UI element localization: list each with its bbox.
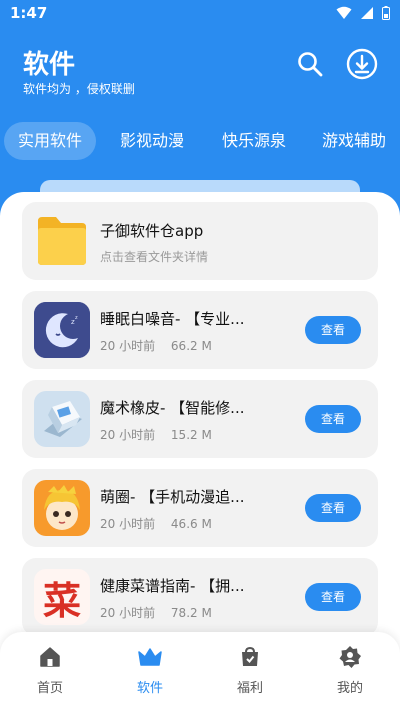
app-updated-time: 20 小时前 [100, 428, 156, 442]
app-meta: 20 小时前 15.2 M [100, 426, 212, 443]
nav-home[interactable]: 首页 [15, 644, 85, 696]
view-button[interactable]: 查看 [305, 316, 361, 344]
app-meta: 20 小时前 46.6 M [100, 515, 212, 532]
app-updated-time: 20 小时前 [100, 606, 156, 620]
folder-card[interactable]: 子御软件仓app 点击查看文件夹详情 [22, 202, 378, 280]
signal-icon [361, 7, 373, 19]
folder-icon [38, 217, 86, 265]
page-subtitle: 软件均为 ，侵权联删 [23, 82, 135, 96]
nav-software[interactable]: 软件 [115, 644, 185, 696]
folder-name: 子御软件仓app [100, 222, 204, 240]
view-button[interactable]: 查看 [305, 405, 361, 433]
nav-label: 软件 [136, 681, 163, 696]
bottom-navigation: 首页 软件 福利 我的 [0, 632, 400, 710]
app-card[interactable]: z z 睡眠白噪音- 【专业... 20 小时前 66.2 M 查看 [22, 291, 378, 369]
battery-icon [382, 6, 390, 20]
tab-film-anime[interactable]: 影视动漫 [106, 122, 198, 160]
view-button[interactable]: 查看 [305, 583, 361, 611]
category-tabs: 实用软件 影视动漫 快乐源泉 游戏辅助 [4, 122, 400, 162]
status-icons [336, 6, 390, 20]
app-size: 78.2 M [170, 606, 212, 620]
gift-bag-icon [242, 646, 258, 666]
moon-sleep-icon: z z [34, 302, 90, 358]
recipe-icon: 菜 [34, 569, 90, 625]
download-icon [346, 48, 378, 80]
nav-welfare[interactable]: 福利 [215, 644, 285, 696]
page-title: 软件 [23, 50, 76, 80]
user-icon [339, 646, 361, 668]
app-size: 15.2 M [170, 428, 212, 442]
crown-icon [138, 648, 162, 666]
search-button[interactable] [294, 48, 326, 80]
search-icon [298, 52, 323, 77]
nav-label: 我的 [336, 681, 363, 696]
app-updated-time: 20 小时前 [100, 339, 156, 353]
nav-label: 首页 [36, 681, 63, 696]
app-meta: 20 小时前 66.2 M [100, 337, 212, 354]
folder-description: 点击查看文件夹详情 [100, 250, 209, 264]
svg-text:z: z [75, 315, 78, 321]
wifi-icon [336, 6, 352, 19]
app-name: 魔术橡皮- 【智能修... [100, 399, 245, 417]
download-button[interactable] [346, 48, 378, 80]
tab-practical-software[interactable]: 实用软件 [4, 122, 96, 160]
status-time: 1:47 [10, 4, 48, 22]
nav-profile[interactable]: 我的 [315, 644, 385, 696]
recipe-icon-char: 菜 [42, 577, 81, 623]
app-meta: 20 小时前 78.2 M [100, 604, 212, 621]
app-card[interactable]: 菜 健康菜谱指南- 【拥... 20 小时前 78.2 M 查看 [22, 558, 378, 636]
app-updated-time: 20 小时前 [100, 517, 156, 531]
status-bar: 1:47 [0, 0, 400, 28]
tab-game-assist[interactable]: 游戏辅助 [310, 122, 398, 160]
home-icon [40, 647, 60, 667]
app-name: 健康菜谱指南- 【拥... [100, 577, 245, 595]
app-name: 睡眠白噪音- 【专业... [100, 310, 245, 328]
anime-avatar-icon [34, 480, 90, 536]
app-size: 66.2 M [170, 339, 212, 353]
eraser-icon [34, 391, 90, 447]
app-card[interactable]: 魔术橡皮- 【智能修... 20 小时前 15.2 M 查看 [22, 380, 378, 458]
app-card[interactable]: 萌圈- 【手机动漫追... 20 小时前 46.6 M 查看 [22, 469, 378, 547]
app-name: 萌圈- 【手机动漫追... [100, 488, 245, 506]
view-button[interactable]: 查看 [305, 494, 361, 522]
nav-label: 福利 [236, 681, 263, 696]
tab-fun[interactable]: 快乐源泉 [208, 122, 300, 160]
app-size: 46.6 M [170, 517, 212, 531]
